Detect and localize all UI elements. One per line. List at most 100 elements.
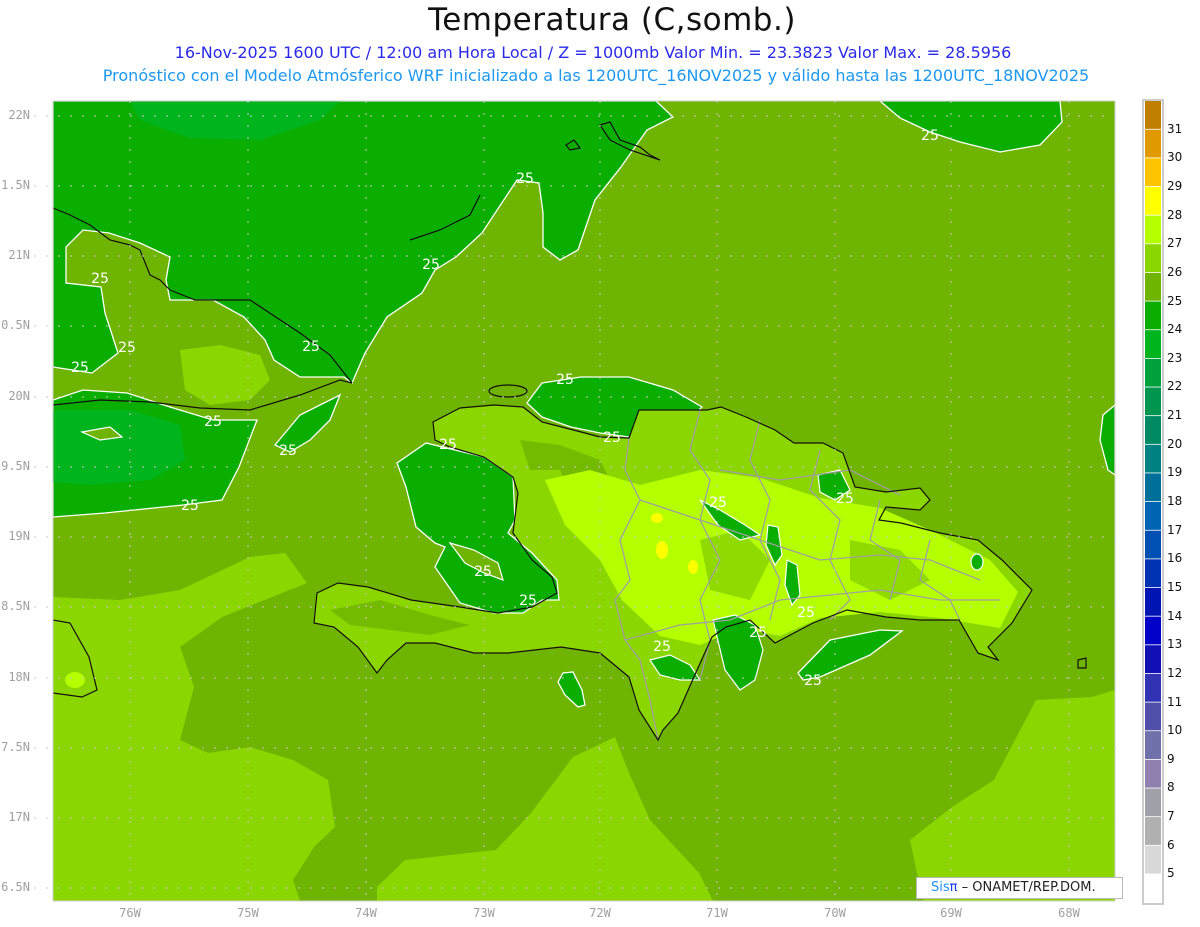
shading-28-29-spot: [651, 513, 663, 523]
lat-label: 1.5N: [1, 178, 30, 192]
colorbar-label: 16: [1167, 551, 1183, 566]
colorbar-swatch: [1145, 473, 1161, 502]
colorbar-label: 23: [1167, 350, 1183, 365]
colorbar-label: 17: [1167, 522, 1183, 537]
colorbar-swatch: [1145, 559, 1161, 588]
colorbar-label: 24: [1167, 322, 1183, 337]
colorbar: [1142, 99, 1164, 905]
colorbar-label: 22: [1167, 379, 1183, 394]
contour-label: 25: [302, 339, 320, 355]
contour-label: 25: [603, 430, 621, 446]
contour-label: 25: [797, 605, 815, 621]
lat-label: 8.5N: [1, 599, 30, 613]
contour-label: 25: [804, 673, 822, 689]
credit-logo: Sisπ – ONAMET/REP.DOM.: [916, 877, 1123, 899]
colorbar-label: 9: [1167, 751, 1175, 766]
contour-label: 25: [118, 340, 136, 356]
lon-label: 70W: [824, 906, 846, 920]
colorbar-label: 12: [1167, 665, 1183, 680]
forecast-time-subtitle: 16-Nov-2025 1600 UTC / 12:00 am Hora Loc…: [174, 43, 1012, 62]
lon-label: 69W: [940, 906, 962, 920]
colorbar-swatch: [1145, 444, 1161, 473]
contour-label: 25: [439, 437, 457, 453]
colorbar-swatch: [1145, 587, 1161, 616]
colorbar-swatch: [1145, 101, 1161, 129]
lon-label: 72W: [589, 906, 611, 920]
colorbar-swatch: [1145, 530, 1161, 559]
colorbar-swatch: [1145, 673, 1161, 702]
lat-label: 0.5N: [1, 318, 30, 332]
contour-label: 25: [279, 443, 297, 459]
map-plot-area: [53, 101, 1115, 901]
contour-label: 25: [422, 257, 440, 273]
colorbar-label: 10: [1167, 723, 1183, 738]
lon-label: 76W: [119, 906, 141, 920]
colorbar-label: 21: [1167, 408, 1183, 423]
colorbar-label: 31: [1167, 121, 1183, 136]
colorbar-label: 14: [1167, 608, 1183, 623]
colorbar-swatch: [1145, 330, 1161, 358]
shading-24-25-pocket: [970, 553, 984, 571]
colorbar-swatch: [1145, 129, 1161, 158]
contour-label: 25: [749, 625, 767, 641]
colorbar-label: 18: [1167, 494, 1183, 508]
colorbar-swatch: [1145, 845, 1161, 874]
colorbar-swatch: [1145, 416, 1161, 444]
lat-label: 21N: [8, 248, 30, 262]
contour-label: 25: [474, 564, 492, 580]
lon-label: 75W: [237, 906, 259, 920]
contour-label: 25: [556, 372, 574, 388]
colorbar-swatch: [1145, 244, 1161, 273]
shading-27-28-jamaica: [65, 672, 85, 688]
contour-label: 25: [519, 593, 537, 609]
contour-label: 25: [709, 495, 727, 511]
colorbar-swatch: [1145, 215, 1161, 244]
colorbar-label: 30: [1167, 150, 1183, 165]
contour-label: 25: [181, 498, 199, 514]
colorbar-swatch: [1145, 301, 1161, 330]
colorbar-label: 15: [1167, 579, 1183, 594]
colorbar-label: 7: [1167, 809, 1175, 824]
lat-label: 20N: [8, 389, 30, 403]
lon-label: 68W: [1058, 906, 1080, 920]
shading-28-29-spot: [656, 541, 668, 559]
lat-label: 9.5N: [1, 459, 30, 473]
colorbar-label: 26: [1167, 264, 1183, 279]
contour-label: 25: [836, 491, 854, 507]
lon-label: 71W: [706, 906, 728, 920]
temperature-map: 25 25 25 25 25 25 25 25 25 25 25 25 25 25 25 25 25 25 25 25…: [34, 99, 1164, 905]
colorbar-label: 8: [1167, 780, 1175, 795]
map-title: Temperatura (C,somb.): [428, 2, 796, 38]
lat-label: 18N: [8, 670, 30, 684]
colorbar-swatch: [1145, 731, 1161, 759]
lat-label: 17N: [8, 810, 30, 824]
credit-org: – ONAMET/REP.DOM.: [957, 880, 1096, 895]
colorbar-label: 5: [1167, 866, 1175, 881]
lat-label: 6.5N: [1, 880, 30, 894]
colorbar-swatch: [1145, 502, 1161, 530]
contour-label: 25: [71, 360, 89, 376]
colorbar-swatch: [1145, 272, 1161, 301]
colorbar-label: 29: [1167, 178, 1183, 193]
lon-label: 74W: [355, 906, 377, 920]
model-info-subtitle: Pronóstico con el Modelo Atmósferico WRF…: [102, 66, 1090, 85]
colorbar-swatch: [1145, 186, 1161, 215]
colorbar-swatch: [1145, 358, 1161, 387]
colorbar-swatch: [1145, 874, 1161, 903]
lat-label: 19N: [8, 529, 30, 543]
colorbar-swatch: [1145, 387, 1161, 416]
contour-label: 25: [91, 271, 109, 287]
colorbar-swatch: [1145, 817, 1161, 845]
colorbar-swatch: [1145, 616, 1161, 645]
lon-label: 73W: [473, 906, 495, 920]
contour-label: 25: [516, 171, 534, 187]
colorbar-swatch: [1145, 158, 1161, 187]
colorbar-swatch: [1145, 702, 1161, 731]
colorbar-label: 11: [1167, 694, 1183, 709]
colorbar-label: 28: [1167, 207, 1183, 222]
colorbar-swatch: [1145, 645, 1161, 674]
colorbar-label: 19: [1167, 465, 1183, 480]
colorbar-label: 6: [1167, 837, 1175, 852]
lat-label: 22N: [8, 108, 30, 122]
contour-label: 25: [921, 128, 939, 144]
